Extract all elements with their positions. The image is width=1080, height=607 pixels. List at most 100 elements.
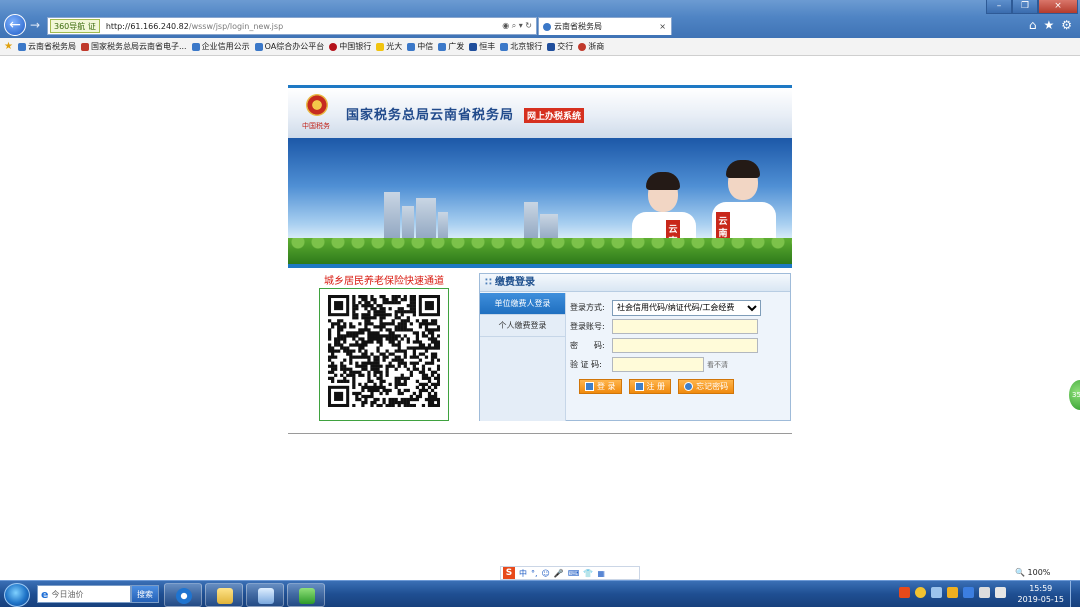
favorites-star-icon[interactable]: ★: [4, 41, 13, 52]
system-tray: [899, 587, 1006, 598]
forgot-password-button[interactable]: 忘记密码: [678, 379, 735, 394]
register-button[interactable]: 注 册: [628, 379, 672, 394]
zoom-value: 100%: [1027, 568, 1051, 577]
password-input[interactable]: [612, 338, 758, 353]
bookmark-icon: [254, 42, 263, 51]
account-label: 登录账号:: [570, 322, 605, 331]
account-input[interactable]: [612, 319, 758, 334]
banner-bottom-rule: [288, 264, 792, 268]
tray-bluetooth-icon[interactable]: [963, 587, 974, 598]
bookmark-label: 交行: [557, 42, 574, 51]
tray-network-icon[interactable]: [931, 587, 942, 598]
ime-punct-icon[interactable]: °,: [531, 569, 538, 578]
bookmark-label: 中国银行: [339, 42, 372, 51]
bookmark-label: OA综合办公平台: [264, 42, 325, 51]
close-window-button[interactable]: ×: [1038, 0, 1078, 14]
bookmark-icon: [547, 42, 556, 51]
login-button[interactable]: 登 录: [579, 379, 622, 394]
bookmark-item[interactable]: 中国银行: [329, 41, 371, 52]
taskbar-search-button[interactable]: 搜索: [131, 585, 159, 603]
minimize-button[interactable]: –: [986, 0, 1012, 14]
tab-unit-login[interactable]: 单位缴费人登录: [480, 293, 565, 315]
ime-keyboard-icon[interactable]: ⌨: [568, 569, 580, 578]
tab-favicon-icon: [543, 22, 551, 31]
back-button[interactable]: ←: [4, 14, 26, 36]
bookmark-label: 恒丰: [479, 42, 496, 51]
bookmark-item[interactable]: 交行: [547, 41, 573, 52]
taskbar-app-green[interactable]: [287, 583, 325, 607]
taskbar-app-explorer[interactable]: [205, 583, 243, 607]
login-mode-select[interactable]: 社会信用代码/纳证代码/工会经费: [612, 299, 761, 316]
bookmark-icon: [329, 42, 338, 51]
tray-shield-icon[interactable]: [915, 587, 926, 598]
bookmark-item[interactable]: 浙商: [578, 41, 604, 52]
ime-voice-icon[interactable]: 🎤: [554, 569, 564, 578]
qr-code-image: [328, 295, 440, 407]
favorites-icon[interactable]: ★: [1043, 18, 1054, 32]
qr-title: 城乡居民养老保险快速通道: [324, 276, 444, 287]
home-icon[interactable]: ⌂: [1029, 18, 1037, 32]
tab-close-icon[interactable]: ×: [659, 22, 666, 31]
banner-image: 云南 云南税务: [288, 138, 792, 264]
ime-toolbox-icon[interactable]: ▦: [597, 569, 605, 578]
grass-strip: [288, 238, 792, 264]
bookmark-item[interactable]: 广发: [438, 41, 464, 52]
tray-security-icon[interactable]: [947, 587, 958, 598]
ime-emoji-icon[interactable]: ☺: [542, 569, 550, 578]
login-type-tabs: 单位缴费人登录 个人缴费登录: [480, 293, 566, 421]
zoom-level[interactable]: 🔍 100%: [1015, 568, 1050, 577]
bookmark-item[interactable]: 国家税务总局云南省电子...: [80, 41, 187, 52]
sogou-logo-icon[interactable]: S: [503, 567, 515, 579]
url-host: http://61.166.240.82: [105, 21, 189, 31]
monitor-icon: [585, 382, 594, 391]
bookmark-icon: [376, 42, 385, 51]
grip-dots-icon: ∷: [485, 277, 492, 288]
bookmark-item[interactable]: 北京银行: [500, 41, 542, 52]
bookmark-icon: [500, 42, 509, 51]
captcha-refresh-link[interactable]: 看不清: [707, 360, 728, 370]
start-button[interactable]: [4, 583, 30, 607]
tax-emblem-icon: [306, 94, 328, 116]
bookmark-label: 广发: [448, 42, 465, 51]
ime-skin-icon[interactable]: 👕: [583, 569, 593, 578]
captcha-row: 验 证 码: 看不清: [570, 355, 790, 374]
tray-sogou-icon[interactable]: [899, 587, 910, 598]
taskbar-app-ie[interactable]: [164, 583, 202, 607]
register-button-label: 注 册: [646, 382, 666, 391]
bookmark-item[interactable]: 光大: [376, 41, 402, 52]
search-engine-selector[interactable]: 360导航 证: [50, 19, 100, 33]
settings-gear-icon[interactable]: ⚙: [1061, 18, 1072, 32]
address-tools-icon[interactable]: ◉ ⌕ ▾ ↻: [502, 21, 532, 31]
windows-taskbar: e 今日油价 搜索 15:59 2019-05-15: [0, 580, 1080, 607]
bookmark-item[interactable]: 企业信用公示: [191, 41, 250, 52]
address-bar[interactable]: 360导航 证 http://61.166.240.82/wssw/jsp/lo…: [47, 17, 537, 35]
taskbar-search-input[interactable]: e 今日油价: [37, 585, 131, 603]
bookmark-item[interactable]: 中信: [407, 41, 433, 52]
cert-badge: 证: [87, 22, 96, 31]
tab-yunnan-tax[interactable]: 云南省税务局 ×: [538, 17, 672, 35]
tab-title: 云南省税务局: [554, 22, 602, 31]
site-header: 中国税务 国家税务总局云南省税务局 网上办税系统: [288, 88, 792, 138]
tab-personal-login[interactable]: 个人缴费登录: [480, 315, 565, 337]
captcha-input[interactable]: [612, 357, 704, 372]
bookmark-item[interactable]: 云南省税务局: [17, 41, 76, 52]
login-buttons: 登 录 注 册 忘记密码: [579, 379, 735, 394]
footer-rule: [288, 433, 792, 434]
taskbar-app-tool[interactable]: [246, 583, 284, 607]
tray-display-icon[interactable]: [979, 587, 990, 598]
ie-e-icon: e: [41, 587, 49, 601]
login-panel-title: 缴费登录: [494, 277, 535, 288]
qr-code-box: [319, 288, 449, 421]
show-desktop-button[interactable]: [1070, 581, 1080, 607]
floating-assistant-badge[interactable]: 35: [1069, 380, 1080, 410]
maximize-button[interactable]: ❐: [1012, 0, 1038, 14]
forgot-password-label: 忘记密码: [696, 382, 729, 391]
ime-lang-toggle[interactable]: 中: [519, 568, 527, 579]
bookmark-item[interactable]: 恒丰: [469, 41, 495, 52]
taskbar-clock[interactable]: 15:59 2019-05-15: [1018, 583, 1065, 605]
tray-volume-icon[interactable]: [995, 587, 1006, 598]
bookmark-icon: [191, 42, 200, 51]
site-subtitle: 网上办税系统: [524, 108, 585, 123]
bookmark-item[interactable]: OA综合办公平台: [254, 41, 325, 52]
forward-button[interactable]: →: [30, 18, 40, 32]
